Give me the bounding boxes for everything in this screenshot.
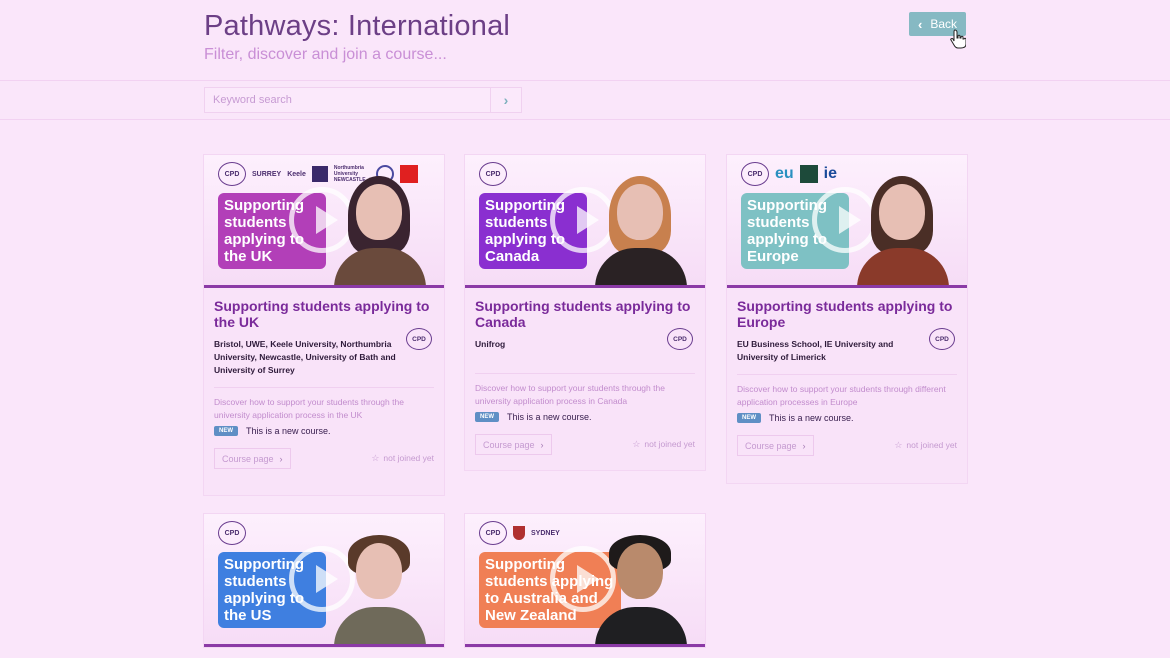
page-title: Pathways: International bbox=[204, 10, 511, 42]
partner-logos: CPD bbox=[479, 162, 507, 186]
course-thumbnail[interactable]: CPD eu ie Supporting students applying t… bbox=[727, 155, 967, 288]
course-page-button[interactable]: Course page › bbox=[475, 434, 552, 455]
star-outline-icon: ☆ bbox=[894, 440, 903, 450]
chevron-right-icon: › bbox=[540, 439, 544, 450]
search-bar: › bbox=[204, 87, 522, 113]
star-outline-icon: ☆ bbox=[371, 453, 380, 463]
course-card-us[interactable]: CPD Supporting students applying to the … bbox=[204, 514, 444, 647]
course-card-body: Supporting students applying to the UK C… bbox=[204, 288, 444, 495]
course-page-label: Course page bbox=[222, 453, 274, 464]
cpd-certified-logo: CPD bbox=[741, 162, 769, 186]
course-partners: Bristol, UWE, Keele University, Northumb… bbox=[214, 339, 396, 375]
new-course-text: This is a new course. bbox=[507, 412, 592, 422]
presenter-image bbox=[330, 170, 430, 288]
course-card-body: Supporting students applying to Canada C… bbox=[465, 288, 705, 470]
course-thumbnail[interactable]: CPD SYDNEY Supporting students applying … bbox=[465, 514, 705, 647]
course-thumbnail[interactable]: CPD SURREY Keele Northumbria University … bbox=[204, 155, 444, 288]
join-status: ☆ not joined yet bbox=[894, 440, 957, 451]
hand-pointer-icon bbox=[950, 29, 966, 49]
course-title[interactable]: Supporting students applying to Europe bbox=[737, 298, 957, 330]
course-card-australia-nz[interactable]: CPD SYDNEY Supporting students applying … bbox=[465, 514, 705, 647]
course-card-uk[interactable]: CPD SURREY Keele Northumbria University … bbox=[204, 155, 444, 495]
cpd-certified-icon: CPD bbox=[667, 328, 693, 350]
card-divider bbox=[737, 374, 957, 375]
course-page-label: Course page bbox=[483, 439, 535, 450]
new-badge: NEW bbox=[214, 426, 238, 436]
course-page-button[interactable]: Course page › bbox=[214, 448, 291, 469]
cpd-certified-icon: CPD bbox=[406, 328, 432, 350]
search-input[interactable] bbox=[205, 88, 485, 112]
ie-university-logo: ie bbox=[823, 165, 838, 182]
course-description: Discover how to support your students th… bbox=[214, 397, 404, 420]
card-divider bbox=[475, 373, 695, 374]
course-title[interactable]: Supporting students applying to the UK bbox=[214, 298, 434, 330]
join-status-text: not joined yet bbox=[644, 439, 695, 449]
partner-logos: CPD bbox=[218, 521, 246, 545]
new-course-row: NEW This is a new course. bbox=[475, 412, 695, 422]
course-description: Discover how to support your students th… bbox=[475, 383, 665, 406]
course-card-canada[interactable]: CPD Supporting students applying to Cana… bbox=[465, 155, 705, 470]
new-course-row: NEW This is a new course. bbox=[737, 413, 957, 423]
cpd-certified-logo: CPD bbox=[218, 162, 246, 186]
course-partners: Unifrog bbox=[475, 339, 506, 349]
thumbnail-underline bbox=[465, 644, 705, 647]
course-page-label: Course page bbox=[745, 440, 797, 451]
cpd-certified-icon: CPD bbox=[929, 328, 955, 350]
new-course-text: This is a new course. bbox=[246, 426, 331, 436]
cpd-certified-logo: CPD bbox=[479, 162, 507, 186]
course-card-body: Supporting students applying to Europe C… bbox=[727, 288, 967, 483]
new-badge: NEW bbox=[475, 412, 499, 422]
join-status: ☆ not joined yet bbox=[632, 439, 695, 450]
course-partners: EU Business School, IE University and Un… bbox=[737, 339, 894, 362]
star-outline-icon: ☆ bbox=[632, 439, 641, 449]
eu-business-school-logo: eu bbox=[775, 165, 794, 182]
partner-logos: CPD eu ie bbox=[741, 162, 838, 186]
presenter-image bbox=[591, 529, 691, 647]
card-footer: Course page › ☆ not joined yet bbox=[475, 434, 695, 456]
header-divider bbox=[0, 80, 1170, 81]
sydney-crest-icon bbox=[513, 526, 525, 540]
join-status-text: not joined yet bbox=[906, 440, 957, 450]
presenter-image bbox=[853, 170, 953, 288]
sydney-logo: SYDNEY bbox=[531, 529, 560, 537]
cpd-certified-logo: CPD bbox=[479, 521, 507, 545]
card-divider bbox=[214, 387, 434, 388]
presenter-image bbox=[591, 170, 691, 288]
course-title[interactable]: Supporting students applying to Canada bbox=[475, 298, 695, 330]
new-course-row: NEW This is a new course. bbox=[214, 426, 434, 436]
thumbnail-underline bbox=[204, 644, 444, 647]
keele-logo: Keele bbox=[287, 170, 306, 178]
cpd-certified-logo: CPD bbox=[218, 521, 246, 545]
card-footer: Course page › ☆ not joined yet bbox=[737, 435, 957, 457]
course-card-europe[interactable]: CPD eu ie Supporting students applying t… bbox=[727, 155, 967, 483]
page-subtitle: Filter, discover and join a course... bbox=[204, 46, 447, 63]
page-header: Pathways: International Filter, discover… bbox=[0, 0, 1170, 80]
search-divider bbox=[0, 119, 1170, 120]
course-thumbnail[interactable]: CPD Supporting students applying to the … bbox=[204, 514, 444, 647]
chevron-right-icon: › bbox=[503, 92, 509, 108]
chevron-right-icon: › bbox=[279, 453, 283, 464]
chevron-right-icon: › bbox=[802, 440, 806, 451]
new-course-text: This is a new course. bbox=[769, 413, 854, 423]
search-button[interactable]: › bbox=[490, 88, 521, 112]
join-status: ☆ not joined yet bbox=[371, 453, 434, 464]
course-thumbnail[interactable]: CPD Supporting students applying to Cana… bbox=[465, 155, 705, 288]
new-badge: NEW bbox=[737, 413, 761, 423]
surrey-logo: SURREY bbox=[252, 170, 282, 178]
partner-logos: CPD SYDNEY bbox=[479, 521, 560, 545]
bath-logo bbox=[311, 166, 328, 182]
join-status-text: not joined yet bbox=[383, 453, 434, 463]
limerick-logo bbox=[799, 165, 818, 183]
presenter-image bbox=[330, 529, 430, 647]
card-footer: Course page › ☆ not joined yet bbox=[214, 448, 434, 470]
chevron-left-icon: ‹ bbox=[917, 16, 923, 32]
course-page-button[interactable]: Course page › bbox=[737, 435, 814, 456]
course-description: Discover how to support your students th… bbox=[737, 384, 946, 407]
